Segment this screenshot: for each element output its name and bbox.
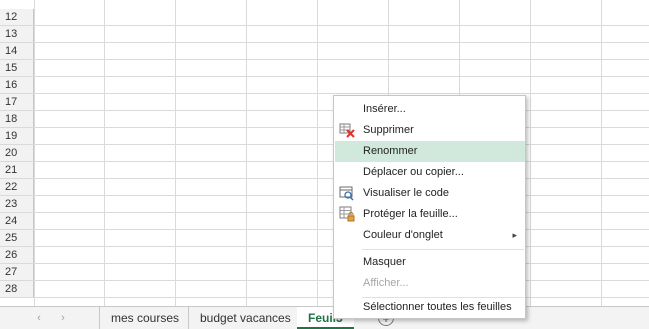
chevron-right-icon[interactable]: ›: [56, 310, 70, 326]
menu-item-masquer[interactable]: Masquer: [335, 252, 525, 273]
menu-item-proteger-feuille[interactable]: Protéger la feuille...: [335, 204, 525, 225]
grid-row[interactable]: 18: [0, 111, 649, 128]
menu-item-inserer[interactable]: Insérer...: [335, 99, 525, 120]
grid-row[interactable]: 21: [0, 162, 649, 179]
menu-item-label: Renommer: [363, 145, 418, 157]
grid-row[interactable]: 25: [0, 230, 649, 247]
grid-row[interactable]: 20: [0, 145, 649, 162]
sheet-tab-context-menu: Insérer... Supprimer Renommer Déplacer o…: [333, 95, 526, 319]
row-header[interactable]: 28: [0, 281, 34, 297]
menu-item-afficher: Afficher...: [335, 273, 525, 294]
sheet-tab-bar: ‹ › mes courses budget vacances Feuil3 +: [0, 306, 649, 329]
menu-item-label: Supprimer: [363, 124, 414, 136]
menu-item-label: Couleur d'onglet: [363, 229, 443, 241]
submenu-arrow-icon: ▸: [512, 230, 517, 240]
protect-sheet-icon: [339, 206, 355, 222]
chevron-left-icon[interactable]: ‹: [32, 310, 46, 326]
row-header[interactable]: 19: [0, 128, 34, 144]
row-header[interactable]: 27: [0, 264, 34, 280]
row-header[interactable]: 24: [0, 213, 34, 229]
menu-item-couleur-onglet[interactable]: Couleur d'onglet ▸: [335, 225, 525, 246]
grid-row[interactable]: 23: [0, 196, 649, 213]
menu-item-supprimer[interactable]: Supprimer: [335, 120, 525, 141]
sheet-tab-mes-courses[interactable]: mes courses: [99, 307, 190, 329]
row-header[interactable]: 14: [0, 43, 34, 59]
row-header[interactable]: 25: [0, 230, 34, 246]
grid-row[interactable]: 12: [0, 9, 649, 26]
row-header[interactable]: 21: [0, 162, 34, 178]
menu-item-label: Sélectionner toutes les feuilles: [363, 301, 512, 313]
grid-row[interactable]: 19: [0, 128, 649, 145]
grid-row[interactable]: 24: [0, 213, 649, 230]
menu-item-label: Visualiser le code: [363, 187, 450, 199]
menu-item-label: Afficher...: [363, 277, 409, 289]
row-header[interactable]: 18: [0, 111, 34, 127]
row-header[interactable]: 15: [0, 60, 34, 76]
grid-row[interactable]: 28: [0, 281, 649, 298]
delete-sheet-icon: [339, 122, 355, 138]
grid-row[interactable]: 14: [0, 43, 649, 60]
row-header[interactable]: 16: [0, 77, 34, 93]
grid-row[interactable]: 22: [0, 179, 649, 196]
row-header[interactable]: 23: [0, 196, 34, 212]
row-header[interactable]: 13: [0, 26, 34, 42]
view-code-icon: [339, 185, 355, 201]
row-header[interactable]: 17: [0, 94, 34, 110]
row-header[interactable]: 12: [0, 9, 34, 25]
menu-item-label: Déplacer ou copier...: [363, 166, 464, 178]
menu-item-label: Masquer: [363, 256, 406, 268]
grid-row[interactable]: 16: [0, 77, 649, 94]
grid-row[interactable]: 15: [0, 60, 649, 77]
row-header[interactable]: 22: [0, 179, 34, 195]
menu-item-selectionner-toutes[interactable]: Sélectionner toutes les feuilles: [335, 297, 525, 318]
menu-item-label: Insérer...: [363, 103, 406, 115]
menu-item-renommer[interactable]: Renommer: [335, 141, 525, 162]
menu-item-deplacer-copier[interactable]: Déplacer ou copier...: [335, 162, 525, 183]
sheet-tab-budget-vacances[interactable]: budget vacances: [188, 307, 302, 329]
menu-separator: [362, 249, 524, 250]
spreadsheet-grid[interactable]: 12 13 14 15 16 17 18 19 20 21 22 23 24 2…: [0, 0, 649, 306]
grid-row[interactable]: 13: [0, 26, 649, 43]
grid-row[interactable]: 26: [0, 247, 649, 264]
grid-row[interactable]: 17: [0, 94, 649, 111]
menu-item-visualiser-code[interactable]: Visualiser le code: [335, 183, 525, 204]
menu-item-label: Protéger la feuille...: [363, 208, 458, 220]
row-header[interactable]: 26: [0, 247, 34, 263]
grid-row[interactable]: 27: [0, 264, 649, 281]
row-header[interactable]: 20: [0, 145, 34, 161]
